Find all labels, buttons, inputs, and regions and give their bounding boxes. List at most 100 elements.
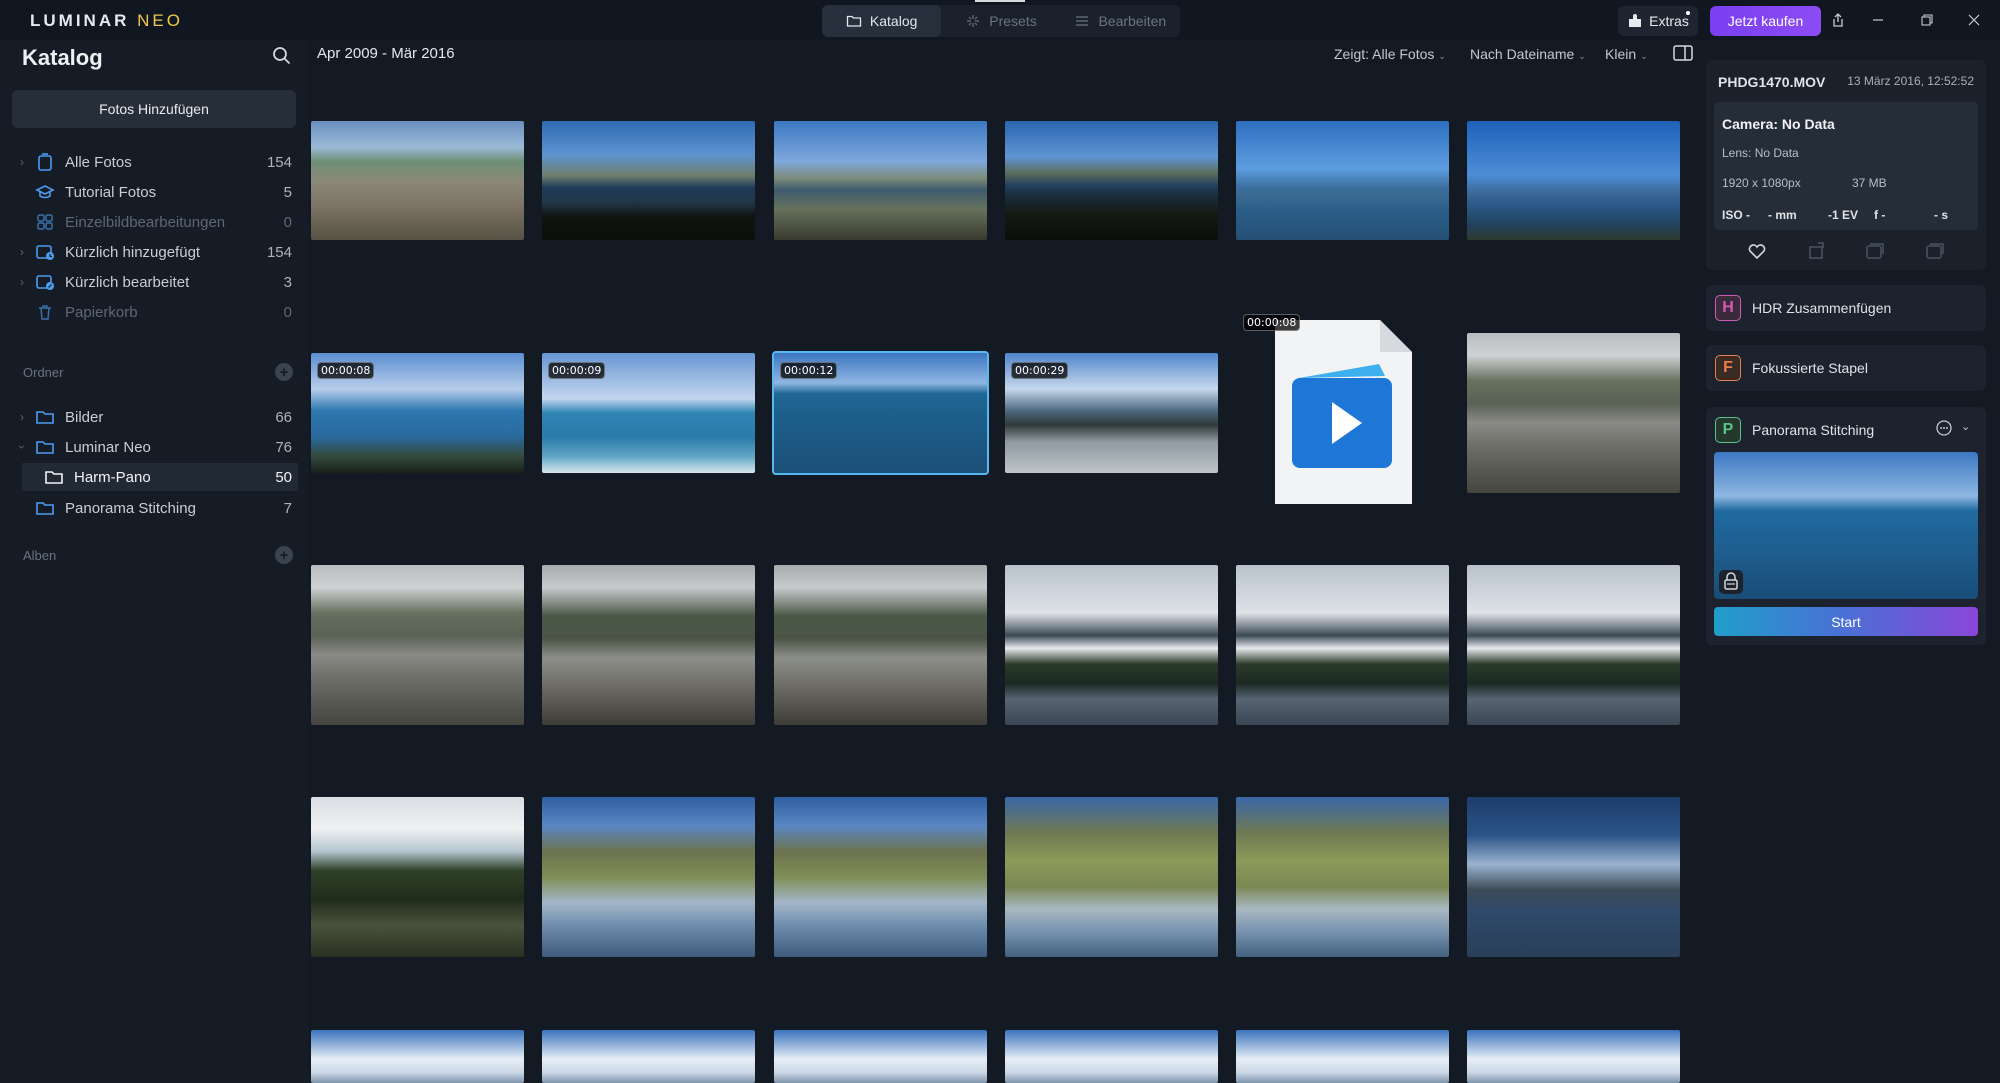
chevron-down-icon[interactable]: ⌄	[1961, 420, 1970, 433]
hdr-merge-tool[interactable]: H HDR Zusammenfügen	[1706, 285, 1986, 331]
add-album-icon[interactable]: +	[275, 546, 293, 564]
photo-thumbnail[interactable]	[1005, 1030, 1218, 1083]
photo-thumbnail[interactable]	[1467, 1030, 1680, 1083]
photo-thumbnail[interactable]	[1005, 121, 1218, 240]
add-photos-label: Fotos Hinzufügen	[99, 101, 209, 117]
aperture-value: f -	[1874, 208, 1886, 222]
show-filter-dropdown[interactable]: Zeigt: Alle Fotos ⌄	[1334, 46, 1446, 62]
buy-now-button[interactable]: Jetzt kaufen	[1710, 6, 1821, 36]
duplicate-icon[interactable]	[1924, 240, 1946, 262]
puzzle-icon	[1629, 14, 1642, 27]
copy-icon[interactable]	[1864, 240, 1886, 262]
panorama-badge: P	[1715, 417, 1741, 443]
photo-thumbnail[interactable]	[1467, 121, 1680, 240]
chevron-right-icon[interactable]: ›	[20, 245, 24, 259]
focus-stacking-tool[interactable]: F Fokussierte Stapel	[1706, 345, 1986, 391]
photo-thumbnail[interactable]	[774, 797, 987, 957]
add-folder-icon[interactable]: +	[275, 363, 293, 381]
camera-info: Camera: No Data	[1722, 116, 1835, 132]
photo-thumbnail[interactable]	[1005, 797, 1218, 957]
add-photos-button[interactable]: Fotos Hinzufügen	[12, 90, 296, 128]
photo-thumbnail[interactable]	[311, 121, 524, 240]
tab-katalog[interactable]: Katalog	[822, 5, 942, 37]
exif-box: Camera: No Data Lens: No Data 1920 x 108…	[1714, 102, 1978, 230]
start-button[interactable]: Start	[1714, 607, 1978, 636]
search-icon[interactable]	[270, 44, 294, 68]
iso-value: ISO -	[1722, 208, 1751, 222]
photo-thumbnail[interactable]	[1467, 565, 1680, 725]
heart-icon[interactable]	[1746, 240, 1768, 262]
chevron-right-icon[interactable]: ›	[20, 275, 24, 289]
video-thumbnail[interactable]: 00:00:29	[1005, 353, 1218, 473]
panorama-label: Panorama Stitching	[1752, 422, 1875, 438]
lock-icon[interactable]	[1719, 570, 1743, 594]
sidebar-item-kuerzlich-hinzugefuegt[interactable]: › Kürzlich hinzugefügt 154	[0, 238, 308, 266]
sidebar-item-kuerzlich-bearbeitet[interactable]: › Kürzlich bearbeitet 3	[0, 268, 308, 296]
photo-thumbnail[interactable]	[542, 1030, 755, 1083]
sidebar-item-count: 154	[266, 153, 292, 171]
panorama-stitching-tool: P Panorama Stitching ⌄ Start	[1706, 407, 1986, 645]
photo-thumbnail[interactable]	[1005, 565, 1218, 725]
sidebar-item-alle-fotos[interactable]: › Alle Fotos 154	[0, 148, 308, 176]
sidebar-title: Katalog	[22, 45, 103, 70]
sidebar-item-folder-panorama-stitching[interactable]: Panorama Stitching 7	[0, 494, 308, 522]
video-thumbnail-selected[interactable]: 00:00:12	[772, 351, 989, 475]
restore-icon[interactable]	[1915, 8, 1939, 32]
photo-thumbnail[interactable]	[774, 121, 987, 240]
share-icon[interactable]	[1826, 8, 1850, 32]
photo-thumbnail[interactable]	[311, 797, 524, 957]
close-icon[interactable]	[1962, 8, 1986, 32]
photo-thumbnail[interactable]	[774, 565, 987, 725]
sidebar-item-folder-luminar-neo[interactable]: › Luminar Neo 76	[0, 433, 308, 461]
rotate-icon[interactable]	[1806, 240, 1828, 262]
tab-katalog-label: Katalog	[869, 13, 918, 29]
photo-thumbnail[interactable]	[311, 1030, 524, 1083]
notification-dot	[1686, 11, 1690, 15]
grid-header: Apr 2009 - Mär 2016 Zeigt: Alle Fotos ⌄ N…	[310, 40, 1693, 72]
photo-thumbnail[interactable]	[542, 121, 755, 240]
folder-icon	[36, 411, 54, 424]
exposure-value: -1 EV	[1828, 208, 1859, 222]
tab-bearbeiten[interactable]: Bearbeiten	[1061, 5, 1180, 37]
sidebar-item-label: Bilder	[65, 408, 104, 426]
photo-thumbnail[interactable]	[774, 1030, 987, 1083]
sidebar-item-tutorial-fotos[interactable]: Tutorial Fotos 5	[0, 178, 308, 206]
photo-thumbnail[interactable]	[542, 797, 755, 957]
chevron-down-icon[interactable]: ›	[15, 445, 29, 449]
photo-thumbnail[interactable]	[542, 565, 755, 725]
panel-toggle-icon[interactable]	[1672, 43, 1694, 63]
video-file-thumbnail[interactable]: 00:00:08	[1243, 314, 1414, 506]
chevron-right-icon[interactable]: ›	[20, 155, 24, 169]
minimize-icon[interactable]	[1866, 8, 1890, 32]
photo-thumbnail[interactable]	[1236, 797, 1449, 957]
photo-thumbnail[interactable]	[1236, 1030, 1449, 1083]
more-options-icon[interactable]	[1935, 419, 1953, 437]
video-thumbnail[interactable]: 00:00:09	[542, 353, 755, 473]
sidebar-item-einzelbildbearbeitungen[interactable]: Einzelbildbearbeitungen 0	[0, 208, 308, 236]
hdr-label: HDR Zusammenfügen	[1752, 300, 1892, 316]
sidebar-item-papierkorb[interactable]: Papierkorb 0	[0, 298, 308, 326]
tab-presets-label: Presets	[989, 13, 1037, 29]
tab-presets[interactable]: Presets	[941, 5, 1060, 37]
sidebar-item-folder-bilder[interactable]: › Bilder 66	[0, 403, 308, 431]
sidebar-item-count: 3	[283, 273, 292, 291]
sidebar-item-count: 76	[275, 438, 292, 456]
photo-thumbnail[interactable]	[1236, 565, 1449, 725]
video-thumbnail[interactable]: 00:00:08	[311, 353, 524, 473]
folder-icon	[36, 441, 54, 454]
photo-thumbnail[interactable]	[1236, 121, 1449, 240]
sidebar-item-count: 66	[275, 408, 292, 426]
photo-thumbnail[interactable]	[1467, 797, 1680, 957]
thumbnail-size-dropdown[interactable]: Klein ⌄	[1605, 46, 1648, 62]
sort-dropdown[interactable]: Nach Dateiname ⌄	[1470, 46, 1586, 62]
sidebar-item-folder-harm-pano[interactable]: Harm-Pano 50	[22, 463, 298, 491]
chevron-right-icon[interactable]: ›	[20, 410, 24, 424]
sidebar-item-label: Papierkorb	[65, 303, 138, 321]
photo-thumbnail[interactable]	[311, 565, 524, 725]
photo-thumbnail[interactable]	[1467, 333, 1680, 493]
drag-indicator	[975, 0, 1025, 2]
extras-button[interactable]: Extras	[1618, 6, 1698, 36]
file-name: PHDG1470.MOV	[1718, 74, 1826, 90]
file-size-info: 37 MB	[1852, 176, 1887, 190]
chevron-down-icon: ⌄	[1438, 51, 1446, 61]
